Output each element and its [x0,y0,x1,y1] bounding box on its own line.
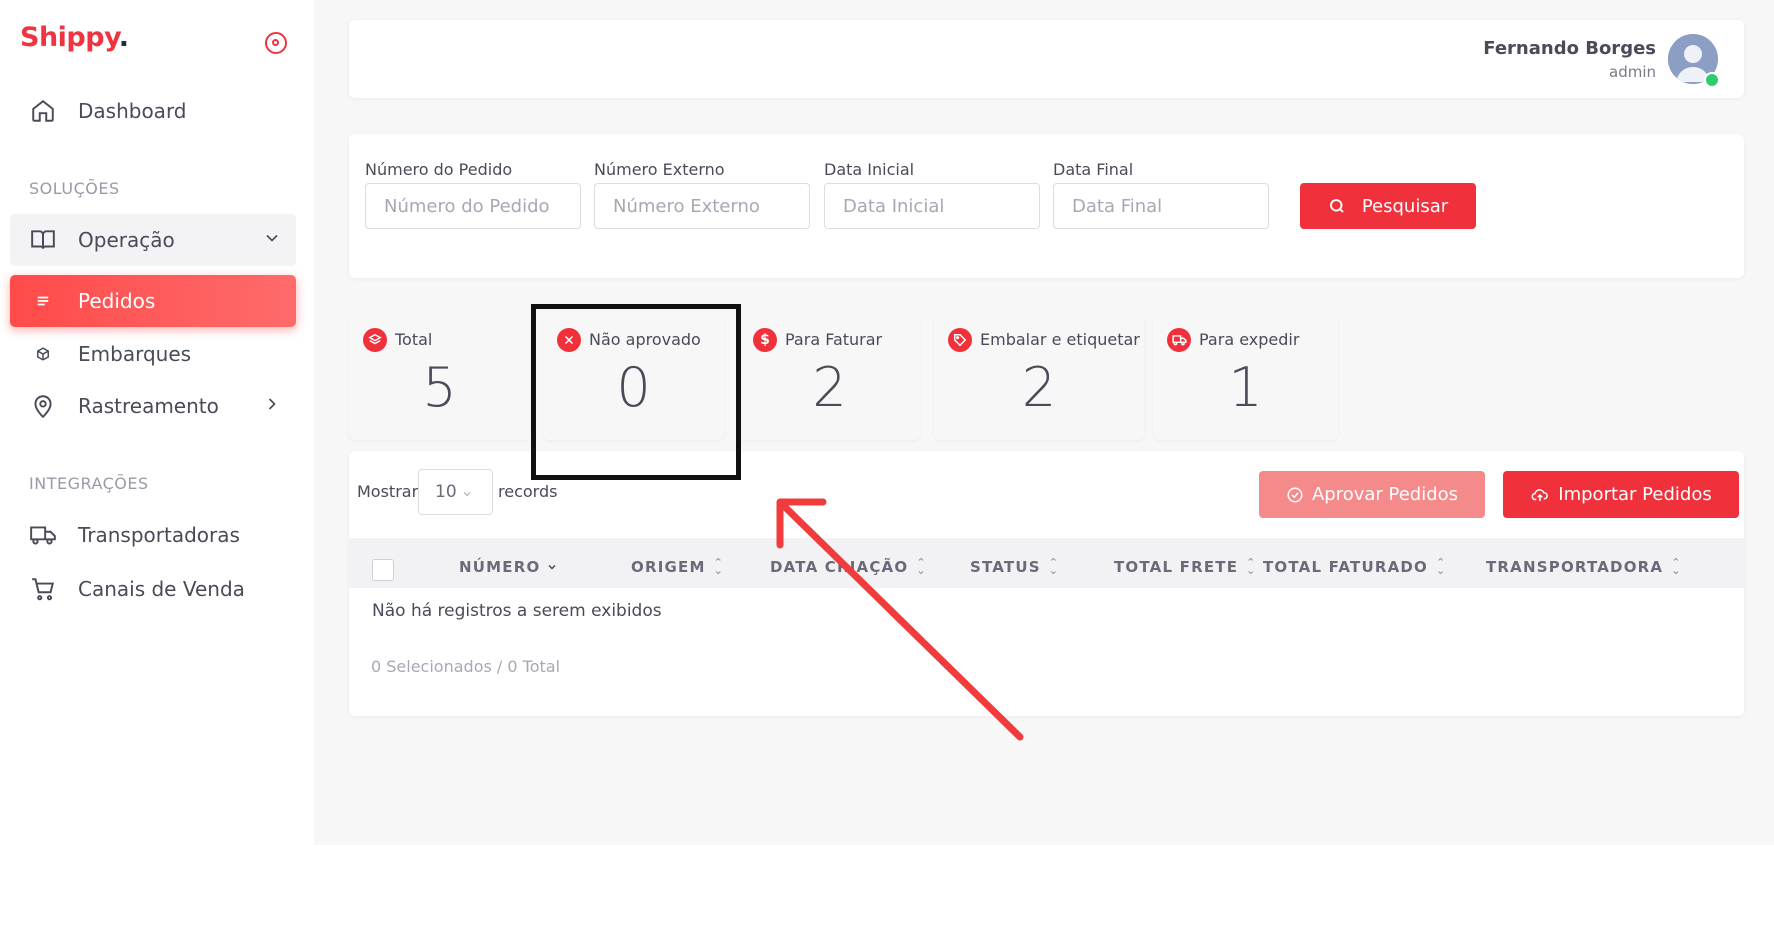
chevron-down-icon [266,234,278,242]
sidebar-toggle-icon[interactable] [265,32,287,54]
sidebar: Shippy. Dashboard SOLUÇÕES Operação Pedi… [0,0,314,845]
sidebar-item-pedidos[interactable]: Pedidos [10,275,296,327]
sidebar-item-label: Operação [78,228,175,252]
section-integracoes: INTEGRAÇÕES [29,474,149,493]
sidebar-item-label: Transportadoras [78,523,240,547]
brand-logo[interactable]: Shippy. [20,22,129,53]
annotation-arrow [776,498,1024,741]
chevron-right-icon [268,398,276,410]
sidebar-item-dashboard[interactable]: Dashboard [10,85,296,137]
main-content: Fernando Borges admin Número do Pedido N… [314,0,1774,845]
sidebar-item-rastreamento[interactable]: Rastreamento [10,380,296,432]
sidebar-item-label: Dashboard [78,99,187,123]
map-pin-icon [28,391,58,421]
sidebar-item-transportadoras[interactable]: Transportadoras [10,509,296,561]
truck-icon [28,520,58,550]
sidebar-item-label: Canais de Venda [78,577,245,601]
sidebar-item-label: Rastreamento [78,394,219,418]
section-solucoes: SOLUÇÕES [29,179,120,198]
home-icon [28,96,58,126]
sidebar-item-label: Embarques [78,342,192,366]
cart-icon [28,574,58,604]
box-icon [28,339,58,369]
sidebar-item-canais[interactable]: Canais de Venda [10,563,296,615]
book-icon [28,225,58,255]
list-icon [28,286,58,316]
sidebar-item-label: Pedidos [78,289,156,313]
sidebar-item-embarques[interactable]: Embarques [10,328,296,380]
sidebar-item-operacao[interactable]: Operação [10,214,296,266]
